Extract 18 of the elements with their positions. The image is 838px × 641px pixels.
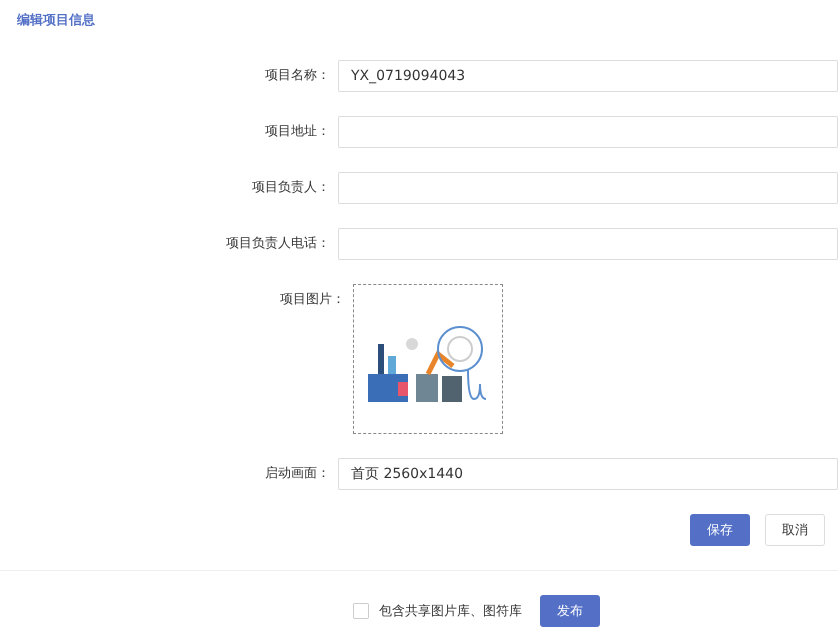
field-label: 项目图片： xyxy=(279,291,345,309)
cancel-button[interactable]: 取消 xyxy=(765,514,825,546)
image-upload-area[interactable] xyxy=(353,284,503,434)
checkbox-label: 包含共享图片库、图符库 xyxy=(379,603,522,620)
input-field[interactable] xyxy=(338,116,838,148)
page-title: 编辑项目信息 xyxy=(16,12,96,30)
field-label: 启动画面： xyxy=(264,465,330,483)
field-label: 项目名称： xyxy=(264,67,330,85)
input-field[interactable] xyxy=(338,228,838,260)
input-field[interactable]: 首页 2560x1440 xyxy=(338,458,838,490)
input-field[interactable] xyxy=(338,172,838,204)
checkbox[interactable] xyxy=(353,603,369,619)
input-field[interactable]: YX_0719094043 xyxy=(338,60,838,92)
field-label: 项目负责人： xyxy=(251,179,330,197)
publish-button[interactable]: 发布 xyxy=(540,595,600,627)
field-label: 项目地址： xyxy=(264,123,330,141)
save-button[interactable]: 保存 xyxy=(690,514,750,546)
field-label: 项目负责人电话： xyxy=(225,235,330,253)
